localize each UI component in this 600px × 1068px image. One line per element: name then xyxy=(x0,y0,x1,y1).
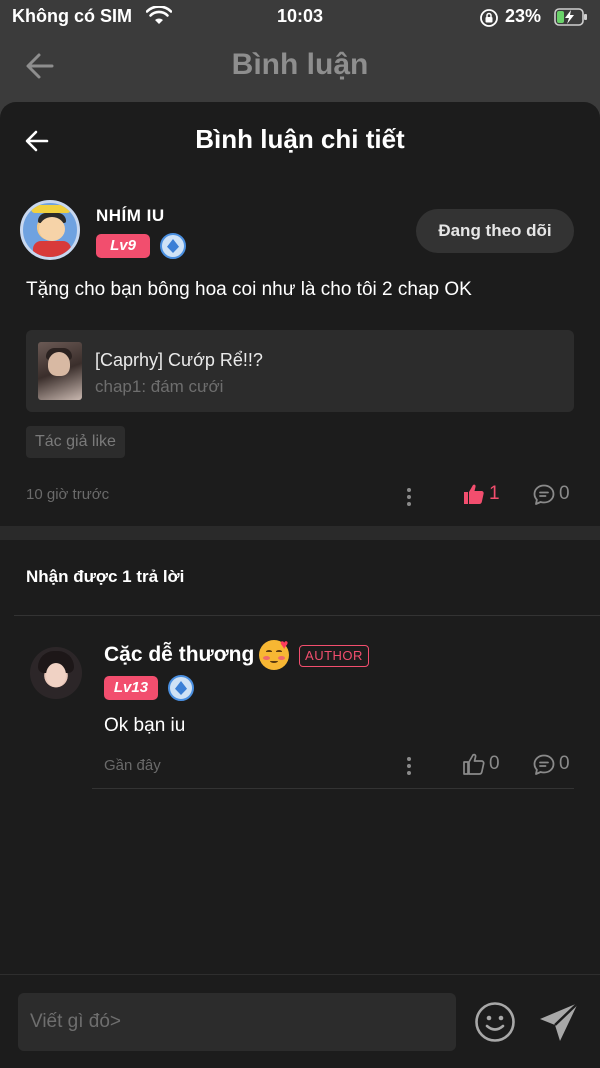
battery-charging-icon xyxy=(554,8,587,26)
send-icon[interactable] xyxy=(538,1001,580,1043)
section-divider xyxy=(0,526,600,540)
battery-percent: 23% xyxy=(505,6,542,26)
verified-shield-icon xyxy=(160,233,186,259)
more-options-icon[interactable] xyxy=(406,756,412,776)
background-page-title: Bình luận xyxy=(231,48,369,81)
chapter-subtitle: chap1: đám cưới xyxy=(95,377,224,396)
reply-count: 0 xyxy=(559,753,570,774)
reply-count: 0 xyxy=(559,483,570,504)
comment-detail-sheet: Bình luận chi tiết NHÍM IU Lv9 Đang theo… xyxy=(0,102,600,1068)
chapter-card[interactable]: [Caprhy] Cướp Rể!!? chap1: đám cưới xyxy=(26,330,574,412)
smiling-face-with-hearts-icon: ♥ xyxy=(259,636,289,670)
emoji-picker-icon[interactable] xyxy=(474,1001,516,1043)
comment-input-bar xyxy=(0,974,600,1068)
reply-bubble-icon[interactable] xyxy=(532,753,556,777)
page-title: Bình luận chi tiết xyxy=(195,124,405,154)
divider xyxy=(92,788,574,789)
background-header: Bình luận xyxy=(0,34,600,102)
divider xyxy=(14,615,600,616)
status-bar: Không có SIM 10:03 23% xyxy=(0,0,600,34)
chapter-title: [Caprhy] Cướp Rể!!? xyxy=(95,350,263,370)
author-liked-tag: Tác giả like xyxy=(26,426,125,458)
avatar[interactable] xyxy=(30,647,82,699)
orientation-lock-icon xyxy=(480,9,498,27)
reply-text: Ok bạn iu xyxy=(104,715,186,736)
comment-input[interactable] xyxy=(18,993,456,1051)
chapter-thumbnail xyxy=(38,342,82,400)
comment-text: Tặng cho bạn bông hoa coi như là cho tôi… xyxy=(26,279,472,300)
like-count: 1 xyxy=(489,483,500,504)
avatar[interactable] xyxy=(20,200,80,260)
level-badge: Lv9 xyxy=(96,234,150,258)
verified-shield-icon xyxy=(168,675,194,701)
like-count: 0 xyxy=(489,753,500,774)
reply-timestamp: Gần đây xyxy=(104,757,161,774)
reply-bubble-icon[interactable] xyxy=(532,483,556,507)
thumbs-up-icon[interactable] xyxy=(462,752,486,776)
more-options-icon[interactable] xyxy=(406,487,412,507)
replies-heading: Nhận được 1 trả lời xyxy=(26,567,185,586)
reply-author-name[interactable]: Cặc dễ thương xyxy=(104,643,254,667)
thumbs-up-icon[interactable] xyxy=(462,482,486,506)
commenter-name[interactable]: NHÍM IU xyxy=(96,206,165,226)
level-badge: Lv13 xyxy=(104,676,158,700)
following-button[interactable]: Đang theo dõi xyxy=(416,209,574,253)
author-badge: AUTHOR xyxy=(299,645,369,667)
comment-timestamp: 10 giờ trước xyxy=(26,486,110,503)
